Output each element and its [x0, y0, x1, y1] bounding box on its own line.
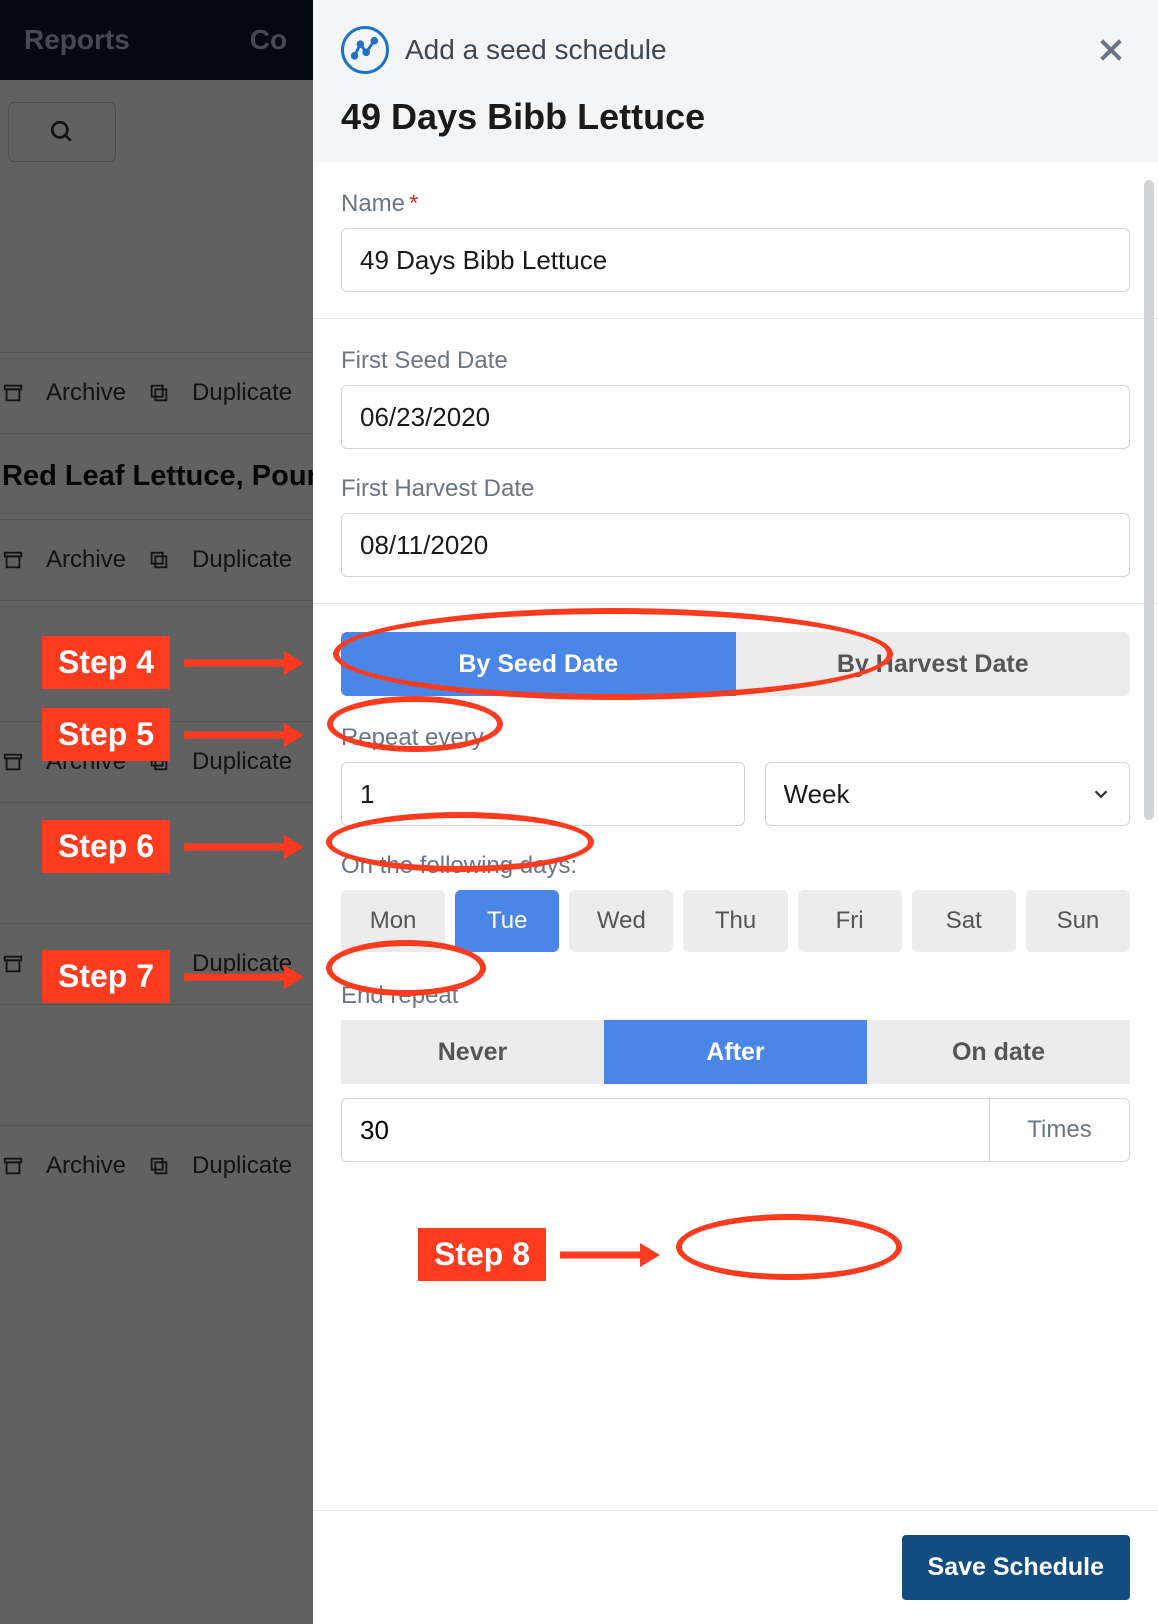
repeat-unit-select[interactable] — [765, 762, 1131, 826]
weekday-thu[interactable]: Thu — [683, 890, 787, 952]
required-mark: * — [409, 190, 418, 218]
days-label: On the following days: — [341, 852, 1130, 880]
by-seed-date-tab[interactable]: By Seed Date — [341, 632, 736, 696]
first-seed-input[interactable] — [341, 385, 1130, 449]
arrow-icon — [184, 832, 304, 862]
drawer-footer: Save Schedule — [313, 1510, 1158, 1624]
weekday-tue[interactable]: Tue — [455, 890, 559, 952]
drawer-body: Name* First Seed Date First Harvest Date… — [313, 162, 1158, 1510]
arrow-icon — [184, 962, 304, 992]
arrow-icon — [184, 648, 304, 678]
save-schedule-button[interactable]: Save Schedule — [902, 1535, 1130, 1600]
end-after-count-input[interactable] — [342, 1099, 989, 1161]
weekday-mon[interactable]: Mon — [341, 890, 445, 952]
close-button[interactable] — [1092, 31, 1130, 69]
step-5-badge: Step 5 — [42, 708, 170, 761]
name-label: Name — [341, 190, 405, 218]
weekday-selector: MonTueWedThuFriSatSun — [341, 890, 1130, 952]
name-input[interactable] — [341, 228, 1130, 292]
step-6-badge: Step 6 — [42, 820, 170, 873]
first-harvest-input[interactable] — [341, 513, 1130, 577]
repeat-label: Repeat every — [341, 724, 1130, 752]
repeat-count-input[interactable] — [341, 762, 745, 826]
end-option-after[interactable]: After — [604, 1020, 867, 1084]
weekday-fri[interactable]: Fri — [798, 890, 902, 952]
close-icon — [1095, 34, 1127, 66]
step-4-badge: Step 4 — [42, 636, 170, 689]
by-harvest-date-tab[interactable]: By Harvest Date — [736, 632, 1131, 696]
weekday-sun[interactable]: Sun — [1026, 890, 1130, 952]
chevron-down-icon — [1090, 783, 1112, 805]
end-option-on-date[interactable]: On date — [867, 1020, 1130, 1084]
drawer-title: Add a seed schedule — [405, 34, 667, 66]
drawer-header: Add a seed schedule 49 Days Bibb Lettuce — [313, 0, 1158, 162]
step-8-badge: Step 8 — [418, 1228, 546, 1281]
weekday-sat[interactable]: Sat — [912, 890, 1016, 952]
seed-schedule-drawer: Add a seed schedule 49 Days Bibb Lettuce… — [313, 0, 1158, 1624]
weekday-wed[interactable]: Wed — [569, 890, 673, 952]
end-after-row: Times — [341, 1098, 1130, 1162]
times-suffix: Times — [989, 1099, 1129, 1161]
end-repeat-toggle: NeverAfterOn date — [341, 1020, 1130, 1084]
arrow-icon — [184, 720, 304, 750]
arrow-icon — [560, 1240, 660, 1270]
schedule-icon — [341, 26, 389, 74]
first-seed-label: First Seed Date — [341, 347, 1130, 375]
end-option-never[interactable]: Never — [341, 1020, 604, 1084]
step-7-badge: Step 7 — [42, 950, 170, 1003]
date-mode-toggle: By Seed Date By Harvest Date — [341, 632, 1130, 696]
end-repeat-label: End repeat — [341, 982, 1130, 1010]
drawer-subtitle: 49 Days Bibb Lettuce — [341, 96, 1130, 138]
first-harvest-label: First Harvest Date — [341, 475, 1130, 503]
